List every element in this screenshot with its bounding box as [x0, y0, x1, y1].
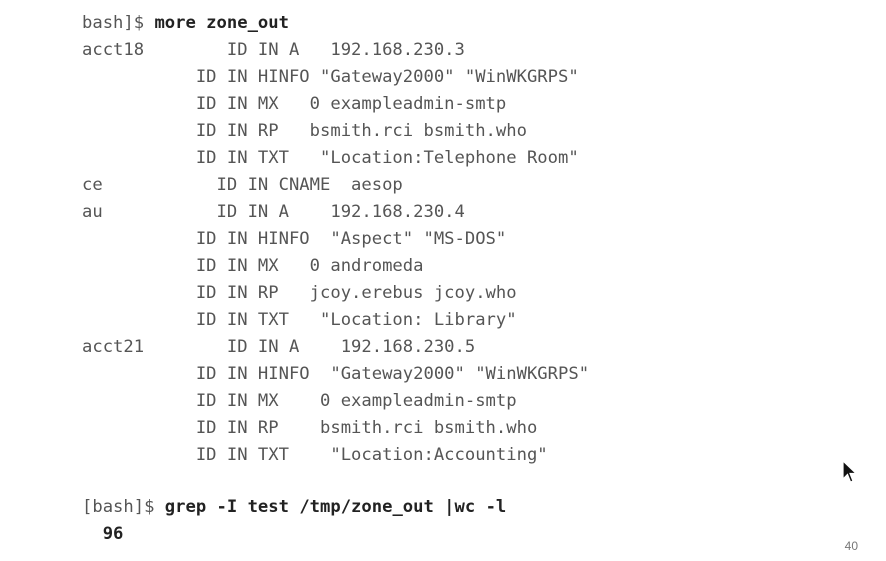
prompt: [bash]$ — [82, 497, 165, 517]
zone-line: ID IN RP jcoy.erebus jcoy.who — [82, 283, 517, 303]
zone-line: au ID IN A 192.168.230.4 — [82, 202, 465, 222]
zone-line: acct18 ID IN A 192.168.230.3 — [82, 40, 465, 60]
mouse-pointer-icon — [842, 460, 858, 483]
command-line-1: bash]$ more zone_out — [82, 13, 289, 33]
zone-line: ID IN MX 0 exampleadmin-smtp — [82, 391, 517, 411]
zone-line: ID IN HINFO "Aspect" "MS-DOS" — [82, 229, 507, 249]
zone-line: ID IN HINFO "Gateway2000" "WinWKGRPS" — [82, 67, 579, 87]
command-text: more zone_out — [154, 13, 289, 33]
slide-number: 40 — [844, 539, 858, 553]
prompt: bash]$ — [82, 13, 155, 33]
zone-line: ID IN TXT "Location: Library" — [82, 310, 517, 330]
zone-line: ID IN HINFO "Gateway2000" "WinWKGRPS" — [82, 364, 590, 384]
zone-line: ID IN RP bsmith.rci bsmith.who — [82, 121, 527, 141]
zone-line: ID IN MX 0 andromeda — [82, 256, 424, 276]
command-result: 96 — [82, 524, 124, 544]
zone-line: ID IN TXT "Location:Telephone Room" — [82, 148, 579, 168]
zone-line: ce ID IN CNAME aesop — [82, 175, 403, 195]
zone-line: acct21 ID IN A 192.168.230.5 — [82, 337, 476, 357]
command-line-2: [bash]$ grep -I test /tmp/zone_out |wc -… — [82, 497, 506, 517]
zone-line: ID IN TXT "Location:Accounting" — [82, 445, 548, 465]
command-text: grep -I test /tmp/zone_out |wc -l — [164, 497, 507, 517]
zone-line: ID IN RP bsmith.rci bsmith.who — [82, 418, 538, 438]
zone-line: ID IN MX 0 exampleadmin-smtp — [82, 94, 507, 114]
